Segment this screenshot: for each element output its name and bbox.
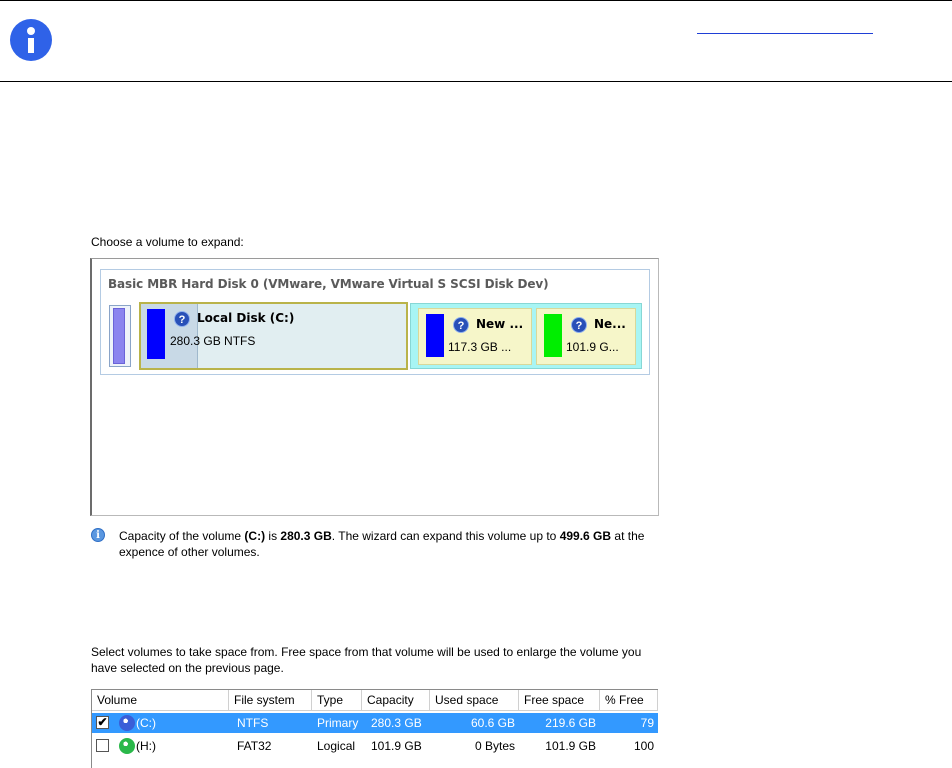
note-max-size: 499.6 GB [559, 529, 612, 543]
row-pct: 79 [640, 716, 654, 730]
table-row[interactable]: ✔ (C:) NTFS Primary 280.3 GB 60.6 GB 219… [92, 713, 658, 733]
choose-volume-label: Choose a volume to expand: [91, 235, 244, 249]
capacity-note: Capacity of the volume (C:) is 280.3 GB.… [119, 528, 659, 560]
column-header-pct-free[interactable]: % Free [600, 690, 658, 711]
row-volume: (C:) [136, 716, 156, 730]
column-header-file-system[interactable]: File system [229, 690, 312, 711]
column-header-used-space[interactable]: Used space [430, 690, 519, 711]
disk-0-title: Basic MBR Hard Disk 0 (VMware, VMware Vi… [108, 277, 549, 291]
row-type: Logical [317, 739, 356, 753]
note-capacity: 280.3 GB [280, 529, 332, 543]
table-row[interactable]: (H:) FAT32 Logical 101.9 GB 0 Bytes 101.… [92, 736, 658, 756]
column-header-free-space[interactable]: Free space [519, 690, 600, 711]
help-icon: ? [174, 311, 190, 327]
row-used: 0 Bytes [474, 739, 515, 753]
volume-c-name: Local Disk (C:) [197, 311, 295, 325]
info-icon [10, 19, 52, 61]
row-free: 219.6 GB [545, 716, 596, 730]
volume-new-2-size: 101.9 G... [566, 340, 619, 354]
volume-new-1-size: 117.3 GB ... [448, 340, 512, 354]
volume-new-2-name: Ne... [594, 317, 626, 331]
note-text-2: is [265, 529, 281, 543]
volume-new-1-name: New ... [476, 317, 524, 331]
mbr-bar [113, 308, 125, 364]
volume-c-tile[interactable]: ? Local Disk (C:) 280.3 GB NTFS [139, 302, 408, 370]
column-header-volume[interactable]: Volume [92, 690, 229, 711]
row-fs: FAT32 [237, 739, 272, 753]
note-text-3: . The wizard can expand this volume up t… [331, 529, 560, 543]
banner-top-rule [0, 0, 952, 1]
row-free: 101.9 GB [545, 739, 596, 753]
column-header-type[interactable]: Type [312, 690, 362, 711]
select-volumes-instructions: Select volumes to take space from. Free … [91, 645, 642, 675]
note-text-1: Capacity of the volume [119, 529, 245, 543]
disk-icon [119, 738, 135, 754]
volume-new-1-tile[interactable]: ? New ... 117.3 GB ... [418, 308, 532, 365]
row-fs: NTFS [237, 716, 269, 730]
volume-c-color-bar [147, 309, 165, 359]
info-small-icon: i [91, 528, 105, 542]
row-capacity: 280.3 GB [371, 716, 422, 730]
banner-link-underline[interactable] [697, 33, 873, 34]
row-volume: (H:) [136, 739, 156, 753]
column-header-capacity[interactable]: Capacity [362, 690, 430, 711]
volume-new-2-color-bar [544, 314, 562, 357]
volume-c-size: 280.3 GB NTFS [170, 334, 256, 348]
disk-icon [119, 715, 135, 731]
help-icon: ? [571, 317, 587, 333]
table-header: Volume File system Type Capacity Used sp… [92, 690, 658, 712]
row-checkbox[interactable] [96, 739, 109, 752]
volume-new-1-color-bar [426, 314, 444, 357]
row-capacity: 101.9 GB [371, 739, 422, 753]
volume-new-2-tile[interactable]: ? Ne... 101.9 G... [536, 308, 636, 365]
note-volume: (C:) [244, 529, 266, 543]
help-icon: ? [453, 317, 469, 333]
banner-bottom-rule [0, 81, 952, 82]
row-used: 60.6 GB [470, 716, 515, 730]
row-type: Primary [317, 716, 359, 730]
row-pct: 100 [633, 739, 654, 753]
row-checkbox[interactable]: ✔ [96, 716, 109, 729]
